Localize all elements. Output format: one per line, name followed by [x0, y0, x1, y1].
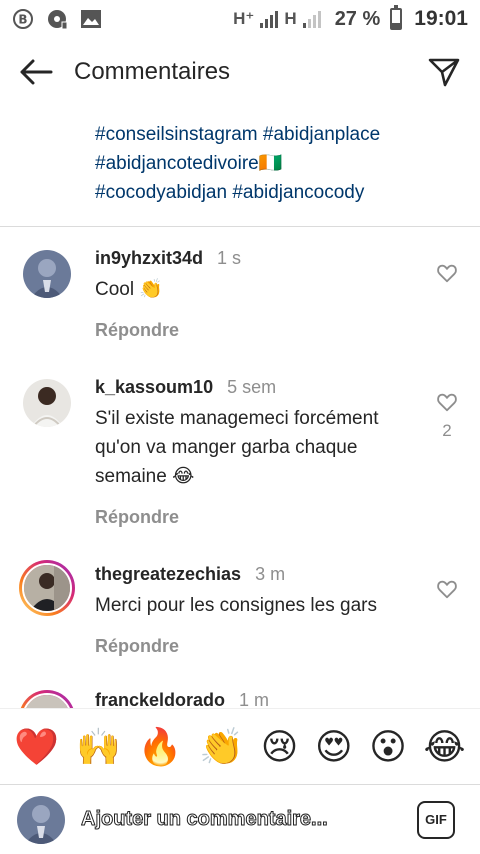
emoji-reaction-bar: ❤️ 🙌 🔥 👏 😢 😍 😮 😂	[0, 708, 480, 784]
avatar[interactable]	[23, 379, 71, 427]
heart-icon[interactable]	[436, 578, 458, 600]
cd-icon	[46, 8, 68, 30]
image-icon	[80, 8, 102, 30]
emoji-button[interactable]: 🙌	[76, 728, 121, 765]
reply-button[interactable]: Répondre	[95, 636, 415, 657]
caption-line[interactable]: #conseilsinstagram #abidjanplace	[95, 120, 455, 149]
svg-text:B: B	[18, 13, 27, 27]
signal-bars-icon	[260, 10, 279, 28]
comment-content: k_kassoum10 5 sem S'il existe managemeci …	[95, 377, 415, 528]
signal-bars-icon-2	[302, 10, 321, 28]
comment-composer: GIF	[0, 784, 480, 854]
battery-icon	[390, 5, 403, 30]
avatar[interactable]	[23, 250, 71, 298]
emoji-button[interactable]: 😂	[424, 728, 466, 765]
heart-icon[interactable]	[436, 262, 458, 284]
divider	[0, 226, 480, 227]
network-type-1: H⁺	[233, 9, 255, 28]
emoji-button[interactable]: 🔥	[138, 728, 183, 765]
comment-text: S'il existe managemeci forcément qu'on v…	[95, 408, 379, 487]
emoji-button[interactable]: 😮	[369, 728, 407, 765]
emoji-button[interactable]: 😍	[315, 728, 353, 765]
comment-username[interactable]: k_kassoum10	[95, 377, 213, 397]
caption-line[interactable]: #cocodyabidjan #abidjancocody	[95, 178, 455, 207]
avatar-story-ring[interactable]	[19, 560, 75, 616]
emoji-button[interactable]: 👏	[199, 728, 244, 765]
battery-percent: 27 %	[334, 7, 381, 30]
paper-plane-icon	[428, 58, 460, 87]
emoji-button[interactable]: 😢	[261, 728, 299, 765]
reply-button[interactable]: Répondre	[95, 320, 415, 341]
status-bar: B H⁺ H 27 % 19:01	[0, 0, 480, 38]
caption-clipped-line	[95, 112, 455, 120]
my-avatar	[17, 795, 65, 844]
status-right: H⁺ H 27 % 19:01	[233, 5, 468, 31]
clock: 19:01	[414, 7, 468, 30]
status-left-icons: B	[12, 8, 102, 30]
reply-button[interactable]: Répondre	[95, 507, 415, 528]
network-type-2: H	[284, 9, 297, 28]
comment-text: Merci pour les consignes les gars	[95, 595, 377, 616]
heart-icon[interactable]	[436, 391, 458, 413]
b-circle-icon: B	[12, 8, 34, 30]
comment-time: 1 m	[239, 690, 270, 708]
comment-time: 1 s	[217, 248, 242, 268]
comment-text: Cool 👏	[95, 279, 164, 300]
back-button[interactable]	[16, 52, 56, 92]
post-caption: #conseilsinstagram #abidjanplace #abidja…	[95, 112, 455, 207]
comment-username[interactable]: in9yhzxit34d	[95, 248, 203, 268]
like-count: 2	[442, 421, 452, 440]
comment-username[interactable]: thegreatezechias	[95, 564, 241, 584]
comment-time: 5 sem	[227, 377, 277, 397]
comment-content: in9yhzxit34d 1 s Cool 👏 Répondre	[95, 248, 415, 341]
share-button[interactable]	[424, 52, 464, 92]
comment-content: franckeldorado 1 m	[95, 690, 415, 708]
gif-button[interactable]: GIF	[417, 800, 455, 839]
arrow-left-icon	[20, 59, 53, 85]
page-title: Commentaires	[74, 58, 231, 85]
avatar-story-ring[interactable]	[19, 690, 75, 708]
comment-time: 3 m	[255, 564, 286, 584]
comment-username[interactable]: franckeldorado	[95, 690, 225, 708]
app-header: Commentaires	[0, 38, 480, 106]
caption-line[interactable]: #abidjancotedivoire🇨🇮	[95, 149, 455, 178]
comment-input[interactable]	[81, 808, 407, 831]
emoji-button[interactable]: ❤️	[14, 728, 59, 765]
comment-item: franckeldorado 1 m	[0, 690, 480, 708]
comment-content: thegreatezechias 3 m Merci pour les consi…	[95, 564, 415, 657]
